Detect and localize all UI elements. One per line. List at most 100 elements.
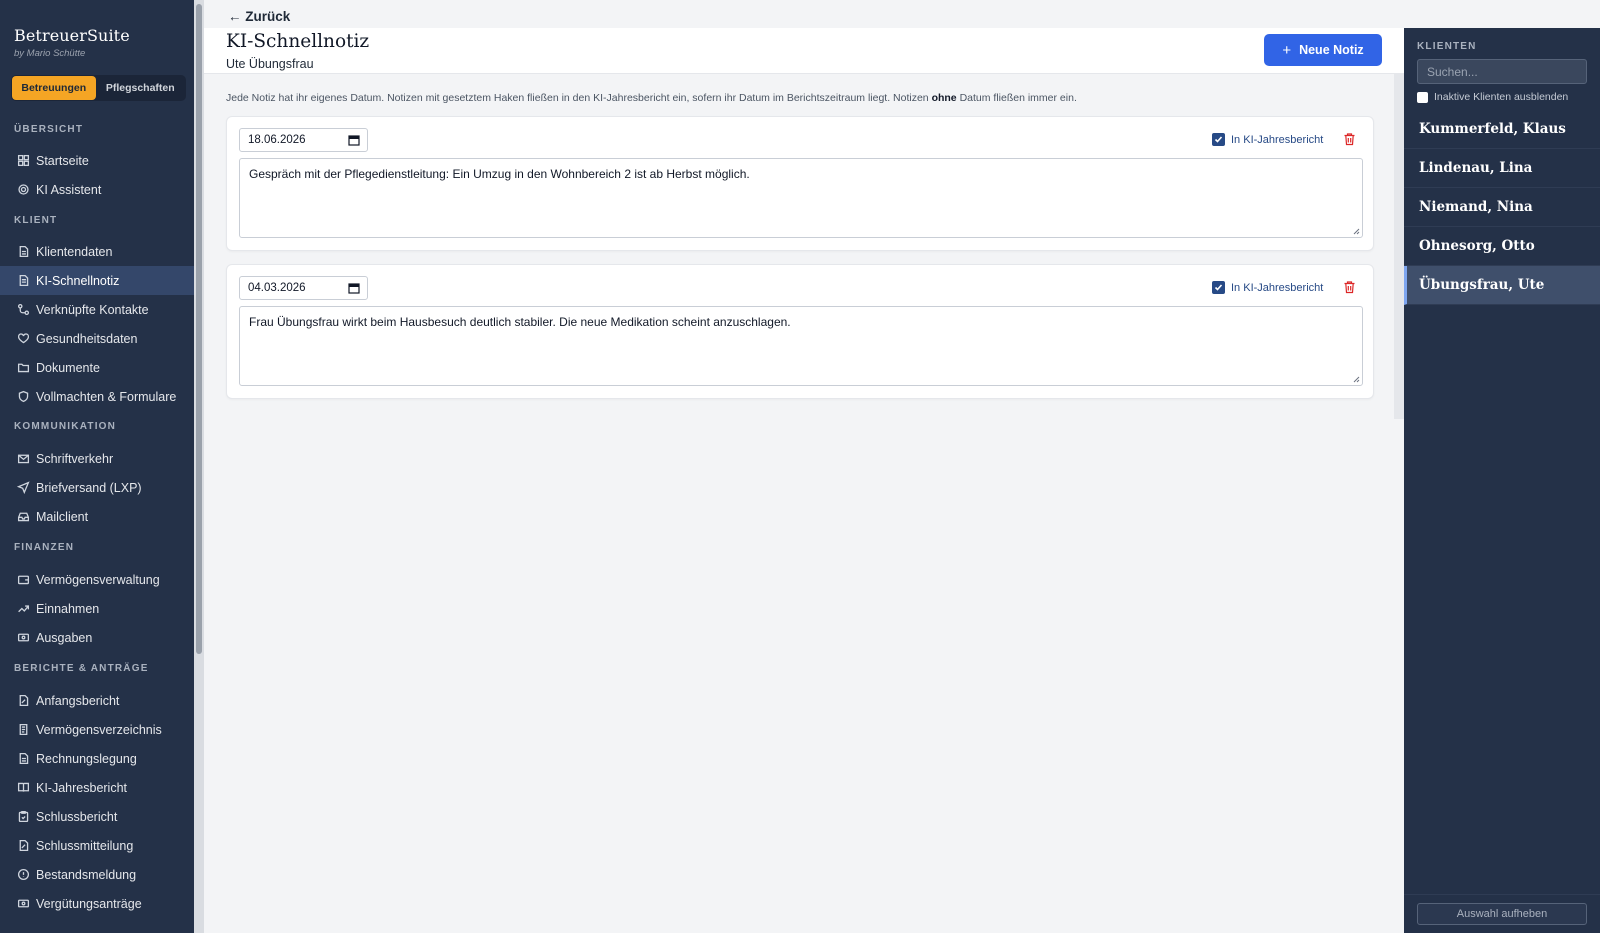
note-card: 18.06.2026 In KI-Jahresbericht Gespräch … [226, 116, 1374, 251]
mode-pflegschaften-button[interactable]: Pflegschaften [96, 76, 185, 100]
hide-inactive-checkbox[interactable]: Inaktive Klienten ausblenden [1417, 91, 1568, 103]
trash-icon[interactable] [1343, 280, 1356, 294]
sidebar-item-verguetungsantraege[interactable]: Vergütungsanträge [0, 889, 194, 918]
client-item-selected[interactable]: Übungsfrau, Ute [1404, 266, 1600, 305]
sidebar-item-label: Dokumente [36, 360, 100, 375]
sidebar-item-verknuepfte-kontakte[interactable]: Verknüpfte Kontakte [0, 295, 194, 324]
sidebar-item-label: Vergütungsanträge [36, 896, 142, 911]
sidebar-item-einnahmen[interactable]: Einnahmen [0, 594, 194, 623]
note-date-value: 18.06.2026 [248, 134, 306, 146]
sidebar-item-rechnungslegung[interactable]: Rechnungslegung [0, 744, 194, 773]
info-text-bold: ohne [931, 92, 957, 104]
clear-selection-button[interactable]: Auswahl aufheben [1417, 903, 1587, 925]
new-note-label: Neue Notiz [1299, 43, 1364, 57]
mail-icon [16, 452, 30, 466]
sidebar-item-briefversand[interactable]: Briefversand (LXP) [0, 473, 194, 502]
note-textarea[interactable]: Gespräch mit der Pflegedienstleitung: Ei… [239, 158, 1363, 238]
heart-icon [16, 332, 30, 346]
sidebar-item-label: Vollmachten & Formulare [36, 389, 177, 404]
clients-heading: KLIENTEN [1417, 41, 1477, 52]
note-date-input[interactable]: 18.06.2026 [239, 128, 368, 152]
info-text: Jede Notiz hat ihr eigenes Datum. Notize… [226, 92, 1077, 104]
banknote-icon [16, 631, 30, 645]
sidebar-item-mailclient[interactable]: Mailclient [0, 502, 194, 531]
note-textarea[interactable]: Frau Übungsfrau wirkt beim Hausbesuch de… [239, 306, 1363, 386]
section-finance: FINANZEN [14, 542, 75, 553]
sidebar-item-label: Rechnungslegung [36, 751, 137, 766]
document-icon [16, 245, 30, 259]
alert-circle-icon [16, 868, 30, 882]
sidebar-item-label: Vermögensverwaltung [36, 572, 160, 587]
book-icon [16, 781, 30, 795]
in-report-checkbox[interactable]: In KI-Jahresbericht [1212, 281, 1323, 294]
sidebar-item-schriftverkehr[interactable]: Schriftverkehr [0, 444, 194, 473]
sidebar-item-anfangsbericht[interactable]: Anfangsbericht [0, 686, 194, 715]
in-report-label: In KI-Jahresbericht [1231, 133, 1324, 146]
sidebar-item-dokumente[interactable]: Dokumente [0, 353, 194, 382]
back-link[interactable]: ← Zurück [228, 9, 290, 24]
brand: BetreuerSuite by Mario Schütte [14, 26, 130, 59]
client-item[interactable]: Niemand, Nina [1404, 188, 1600, 227]
file-pen-icon [16, 839, 30, 853]
calendar-icon[interactable] [348, 282, 360, 294]
gear-icon [16, 183, 30, 197]
in-report-label: In KI-Jahresbericht [1231, 281, 1324, 294]
calculator-icon [16, 752, 30, 766]
sidebar-item-gesundheitsdaten[interactable]: Gesundheitsdaten [0, 324, 194, 353]
sidebar-scrollbar[interactable] [194, 0, 204, 933]
page-title: KI-Schnellnotiz [226, 31, 370, 52]
note-icon [16, 274, 30, 288]
sidebar-item-label: Startseite [36, 153, 89, 168]
hide-inactive-label: Inaktive Klienten ausblenden [1434, 91, 1569, 103]
resize-handle-icon[interactable] [1352, 375, 1360, 383]
trash-icon[interactable] [1343, 132, 1356, 146]
note-date-input[interactable]: 04.03.2026 [239, 276, 368, 300]
send-icon [16, 481, 30, 495]
main-scrollbar[interactable] [1394, 74, 1404, 419]
checkbox-checked-icon [1212, 281, 1225, 294]
checkbox-unchecked-icon [1417, 91, 1428, 103]
sidebar-item-vermoegensverwaltung[interactable]: Vermögensverwaltung [0, 565, 194, 594]
client-item[interactable]: Kummerfeld, Klaus [1404, 110, 1600, 149]
sidebar-item-label: Bestandsmeldung [36, 867, 137, 882]
sidebar-item-label: Anfangsbericht [36, 693, 120, 708]
sidebar-item-startseite[interactable]: Startseite [0, 146, 194, 175]
brand-subtitle: by Mario Schütte [14, 48, 86, 59]
section-overview: ÜBERSICHT [14, 124, 84, 135]
sidebar-item-ki-schnellnotiz[interactable]: KI-Schnellnotiz [0, 266, 194, 295]
sidebar-item-vollmachten[interactable]: Vollmachten & Formulare [0, 382, 194, 411]
sidebar-item-ki-jahresbericht[interactable]: KI-Jahresbericht [0, 773, 194, 802]
in-report-checkbox[interactable]: In KI-Jahresbericht [1212, 133, 1323, 146]
clipboard-icon [16, 810, 30, 824]
sidebar-item-schlussbericht[interactable]: Schlussbericht [0, 802, 194, 831]
client-item[interactable]: Lindenau, Lina [1404, 149, 1600, 188]
client-item[interactable]: Ohnesorg, Otto [1404, 227, 1600, 266]
section-communication: KOMMUNIKATION [14, 421, 117, 432]
dashboard-icon [16, 154, 30, 168]
sidebar: BetreuerSuite by Mario Schütte Betreuung… [0, 0, 194, 933]
sidebar-item-vermoegensverzeichnis[interactable]: Vermögensverzeichnis [0, 715, 194, 744]
sidebar-item-label: Klientendaten [36, 244, 113, 259]
calendar-icon[interactable] [348, 134, 360, 146]
sidebar-item-label: KI-Jahresbericht [36, 780, 128, 795]
sidebar-item-bestandsmeldung[interactable]: Bestandsmeldung [0, 860, 194, 889]
sidebar-item-schlussmitteilung[interactable]: Schlussmitteilung [0, 831, 194, 860]
sidebar-item-ki-assistent[interactable]: KI Assistent [0, 175, 194, 204]
info-text-part: Jede Notiz hat ihr eigenes Datum. Notize… [226, 92, 932, 104]
note-card: 04.03.2026 In KI-Jahresbericht Frau Übun… [226, 264, 1374, 399]
mode-betreuungen-button[interactable]: Betreuungen [12, 76, 96, 100]
sidebar-item-label: Schlussbericht [36, 809, 118, 824]
sidebar-item-klientendaten[interactable]: Klientendaten [0, 237, 194, 266]
new-note-button[interactable]: + Neue Notiz [1264, 34, 1382, 66]
sidebar-scrollbar-thumb[interactable] [196, 4, 202, 654]
wallet-icon [16, 573, 30, 587]
sidebar-item-label: Verknüpfte Kontakte [36, 302, 149, 317]
sidebar-item-ausgaben[interactable]: Ausgaben [0, 623, 194, 652]
resize-handle-icon[interactable] [1352, 227, 1360, 235]
sidebar-item-label: Briefversand (LXP) [36, 480, 142, 495]
info-text-part: Datum fließen immer ein. [956, 92, 1077, 104]
inbox-icon [16, 510, 30, 524]
checkbox-checked-icon [1212, 133, 1225, 146]
shield-icon [16, 390, 30, 404]
client-search-input[interactable]: Suchen... [1417, 59, 1587, 84]
